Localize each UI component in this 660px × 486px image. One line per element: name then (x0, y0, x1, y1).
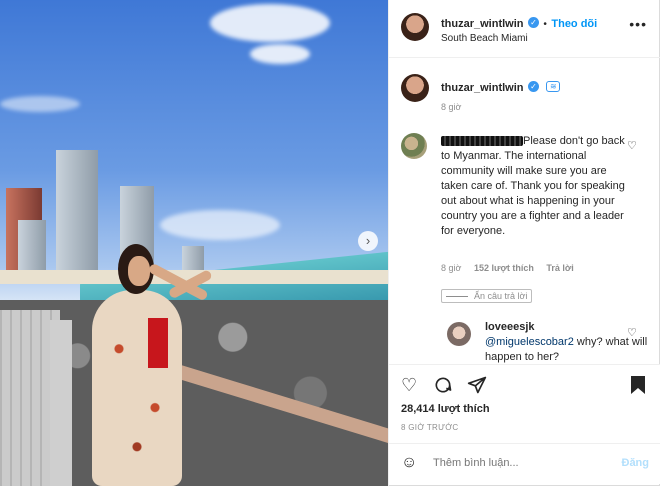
comment-body: Please don't go back to Myanmar. The int… (441, 134, 631, 239)
caption-avatar[interactable] (401, 74, 429, 102)
comment-meta: 8 giờ 152 lượt thích Trả lời (441, 263, 584, 273)
separator-dot: • (543, 19, 547, 30)
like-count[interactable]: 28,414 lượt thích (401, 403, 490, 415)
caption-user-row: thuzar_wintlwin ✓ ≋ (441, 78, 561, 96)
cloud (0, 96, 80, 112)
post-comment-button[interactable]: Đăng (622, 457, 650, 469)
bookmark-icon[interactable] (629, 375, 647, 400)
reply-mention[interactable]: @miguelescobar2 (485, 336, 574, 348)
divider (446, 296, 468, 298)
heart-icon[interactable]: ♡ (401, 375, 417, 396)
follow-button[interactable]: Theo dõi (551, 18, 597, 30)
woman-dress (92, 290, 182, 486)
cloud (210, 4, 330, 42)
woman-face (128, 256, 150, 286)
building (18, 220, 46, 272)
header-user-row: thuzar_wintlwin ✓ • Theo dõi (441, 14, 597, 32)
more-options-icon[interactable]: ••• (629, 16, 647, 32)
reply-avatar[interactable] (447, 322, 471, 346)
avatar[interactable] (401, 13, 429, 41)
building (182, 246, 204, 272)
post-photo: › (0, 0, 388, 486)
post-side-panel: thuzar_wintlwin ✓ • Theo dõi South Beach… (388, 0, 660, 486)
reply-username[interactable]: loveeesjk (485, 321, 535, 333)
send-icon[interactable] (467, 375, 487, 400)
smiley-icon[interactable]: ☺ (401, 454, 417, 472)
heart-icon[interactable]: ♡ (627, 326, 637, 339)
heart-icon[interactable]: ♡ (627, 139, 637, 152)
cloud (250, 44, 310, 64)
post-actions: ♡ 28,414 lượt thích 8 GIỜ TRƯỚC ☺ Đăng (389, 364, 660, 484)
location-link[interactable]: South Beach Miami (441, 33, 528, 44)
reply-button[interactable]: Trả lời (546, 263, 573, 273)
comment-time: 8 giờ (441, 263, 462, 273)
comment-text: Please don't go back to Myanmar. The int… (441, 135, 625, 237)
commenter-avatar[interactable] (401, 133, 427, 159)
post-time[interactable]: 8 GIỜ TRƯỚC (401, 423, 459, 432)
comment-input[interactable] (433, 457, 603, 469)
verified-badge-icon: ✓ (527, 81, 539, 93)
hide-replies-label: Ẩn câu trả lời (474, 291, 528, 301)
redacted-username (441, 136, 523, 147)
building (56, 150, 98, 272)
caption-username[interactable]: thuzar_wintlwin (441, 82, 524, 94)
cloud (160, 210, 280, 240)
add-comment-bar: ☺ Đăng (389, 443, 660, 485)
caption-time: 8 giờ (441, 102, 462, 112)
dress-detail (148, 318, 168, 368)
wave-emoji-icon: ≋ (546, 81, 561, 93)
verified-badge-icon: ✓ (527, 17, 539, 29)
username[interactable]: thuzar_wintlwin (441, 18, 524, 30)
hide-replies-button[interactable]: Ẩn câu trả lời (441, 289, 533, 303)
post-header: thuzar_wintlwin ✓ • Theo dõi South Beach… (389, 0, 660, 58)
chevron-right-icon[interactable]: › (358, 231, 378, 251)
comment-icon[interactable] (433, 375, 453, 400)
fence-post (50, 320, 72, 486)
post-modal: › thuzar_wintlwin ✓ • Theo dõi South Bea… (0, 0, 660, 486)
comment-likes[interactable]: 152 lượt thích (474, 263, 534, 273)
